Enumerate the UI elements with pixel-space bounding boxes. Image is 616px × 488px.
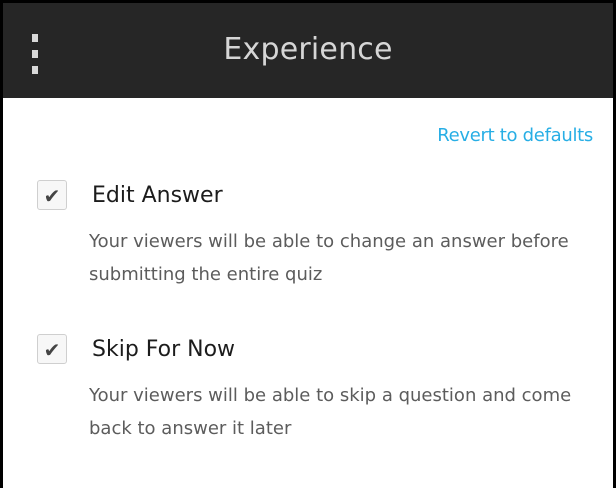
checkmark-icon: ✔ [43, 183, 61, 208]
panel-header: Experience [3, 3, 613, 98]
option-row: ✔ Edit Answer [37, 175, 593, 215]
skip-for-now-description: Your viewers will be able to skip a ques… [89, 385, 572, 439]
kebab-dot [32, 50, 38, 58]
option-edit-answer: ✔ Edit Answer Your viewers will be able … [37, 175, 593, 291]
skip-for-now-checkbox[interactable]: ✔ [37, 334, 67, 364]
revert-to-defaults-link[interactable]: Revert to defaults [437, 125, 593, 146]
kebab-menu-icon[interactable] [29, 34, 41, 74]
kebab-dot [32, 34, 38, 42]
checkmark-icon: ✔ [43, 337, 61, 362]
option-row: ✔ Skip For Now [37, 329, 593, 369]
edit-answer-checkbox[interactable]: ✔ [37, 180, 67, 210]
skip-for-now-label[interactable]: Skip For Now [92, 337, 235, 362]
edit-answer-label[interactable]: Edit Answer [92, 183, 223, 208]
panel-title: Experience [223, 32, 393, 67]
option-skip-for-now: ✔ Skip For Now Your viewers will be able… [37, 329, 593, 445]
edit-answer-description: Your viewers will be able to change an a… [89, 231, 569, 285]
experience-panel: Experience Revert to defaults ✔ Edit Ans… [0, 0, 616, 488]
kebab-dot [32, 66, 38, 74]
